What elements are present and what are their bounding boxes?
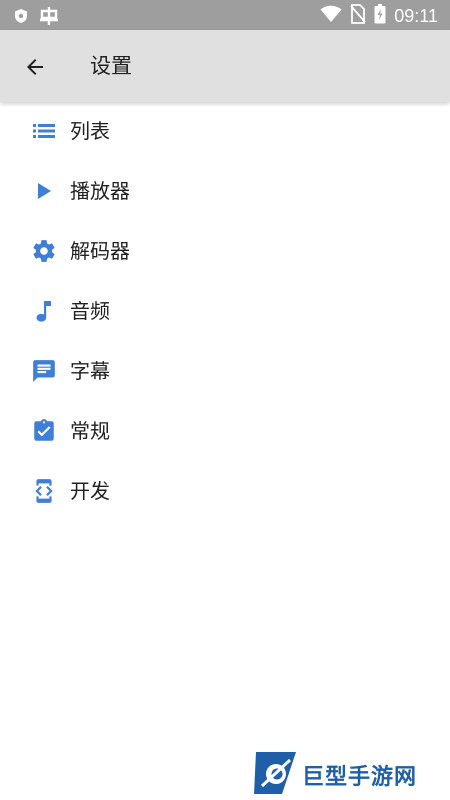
no-sim-icon: [350, 4, 366, 28]
shield-icon: [14, 8, 28, 28]
battery-charging-icon: [374, 4, 386, 28]
arrow-back-icon: [27, 59, 43, 75]
gear-icon: [31, 238, 57, 264]
menu-item-label: 列表: [70, 119, 110, 143]
menu-item-player[interactable]: 播放器: [0, 161, 450, 221]
clipboard-check-icon: [31, 418, 57, 444]
back-button[interactable]: [18, 50, 52, 84]
menu-item-label: 常规: [70, 419, 110, 443]
music-note-icon: [31, 298, 57, 324]
wifi-icon: [320, 5, 342, 27]
menu-item-label: 音频: [70, 299, 110, 323]
menu-item-label: 播放器: [70, 179, 130, 203]
menu-item-subtitle[interactable]: 字幕: [0, 341, 450, 401]
menu-item-audio[interactable]: 音频: [0, 281, 450, 341]
play-icon: [31, 178, 57, 204]
menu-item-label: 开发: [70, 479, 110, 503]
menu-item-label: 解码器: [70, 239, 130, 263]
page-title: 设置: [90, 54, 132, 78]
app-bar: 设置: [0, 30, 450, 102]
menu-item-label: 字幕: [70, 359, 110, 383]
developer-mode-icon: [31, 478, 57, 504]
settings-menu: 列表 播放器 解码器 音频 字幕 常规 开发: [0, 101, 450, 521]
menu-item-list[interactable]: 列表: [0, 101, 450, 161]
status-time: 09:11: [394, 6, 438, 26]
menu-item-developer[interactable]: 开发: [0, 461, 450, 521]
status-bar: 09:11: [0, 0, 450, 30]
watermark: 巨型手游网: [252, 750, 442, 800]
watermark-logo-icon: [252, 750, 298, 800]
subtitle-chat-icon: [31, 358, 57, 384]
menu-item-general[interactable]: 常规: [0, 401, 450, 461]
bug-icon: [38, 6, 60, 30]
menu-item-decoder[interactable]: 解码器: [0, 221, 450, 281]
watermark-text: 巨型手游网: [302, 765, 418, 790]
list-icon: [31, 118, 57, 144]
